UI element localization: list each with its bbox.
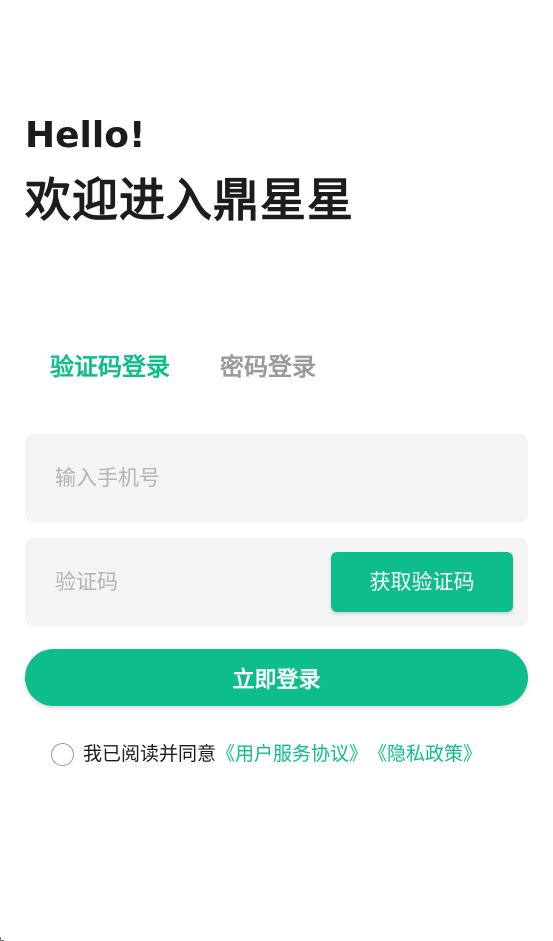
corner-mark bbox=[0, 937, 4, 941]
user-agreement-link[interactable]: 《用户服务协议》 bbox=[216, 741, 368, 767]
tab-sms-code-login[interactable]: 验证码登录 bbox=[50, 350, 170, 386]
page-title: 欢迎进入鼎星星 bbox=[25, 173, 354, 227]
login-page: Hello! 欢迎进入鼎星星 验证码登录 密码登录 获取验证码 立即登录 我已阅… bbox=[0, 0, 553, 941]
get-code-button[interactable]: 获取验证码 bbox=[331, 552, 513, 612]
phone-input[interactable] bbox=[55, 458, 345, 498]
code-field-container: 获取验证码 bbox=[25, 538, 528, 626]
agree-checkbox[interactable] bbox=[51, 742, 74, 766]
login-button[interactable]: 立即登录 bbox=[25, 649, 528, 706]
verification-code-input[interactable] bbox=[55, 562, 345, 602]
greeting-text: Hello! bbox=[25, 115, 146, 156]
agreement-text: 我已阅读并同意 bbox=[83, 743, 217, 765]
phone-field-container bbox=[25, 434, 528, 522]
tab-password-login[interactable]: 密码登录 bbox=[220, 350, 316, 386]
agreement-row: 我已阅读并同意 《用户服务协议》 《隐私政策》 bbox=[51, 741, 482, 767]
privacy-policy-link[interactable]: 《隐私政策》 bbox=[368, 741, 482, 767]
login-tabs: 验证码登录 密码登录 bbox=[50, 350, 366, 386]
